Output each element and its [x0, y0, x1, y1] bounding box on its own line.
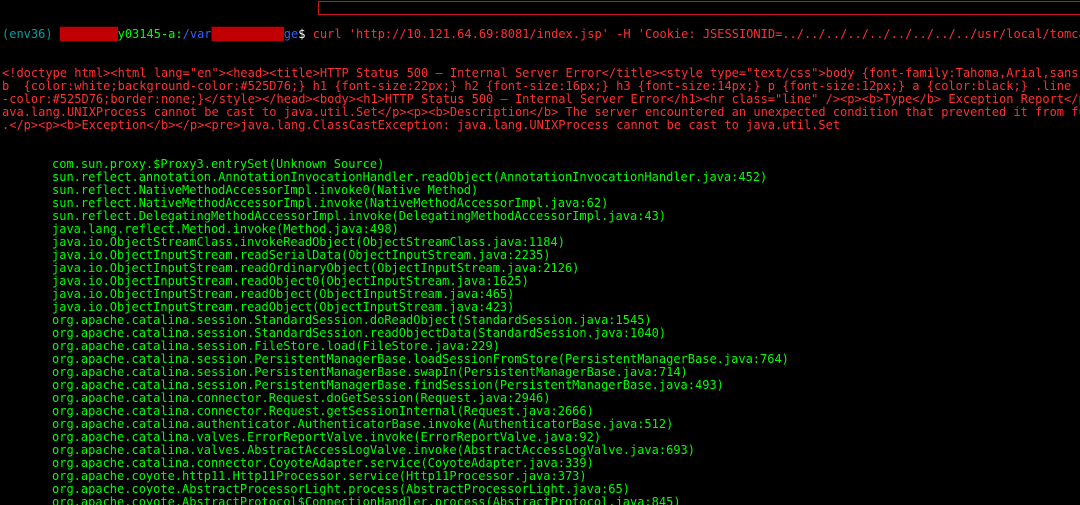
prompt-dollar: $: [298, 27, 312, 41]
shell-command: curl 'http://10.121.64.69:8081/index.jsp…: [313, 27, 1080, 41]
venv-name: (env36): [2, 27, 60, 41]
sep: :: [175, 27, 182, 41]
stack-frame: org.apache.coyote.AbstractProtocol$Conne…: [2, 496, 1078, 505]
prompt-line: (env36) ████████y03145-a:/var██████████g…: [2, 28, 1078, 41]
redaction-block: ██████████: [212, 27, 284, 41]
cwd-path-tail: ge: [284, 27, 298, 41]
redaction-block: ████████: [60, 27, 118, 41]
curl-response-html: <!doctype html><html lang="en"><head><ti…: [2, 67, 1078, 132]
java-stack-trace: com.sun.proxy.$Proxy3.entrySet(Unknown S…: [2, 158, 1078, 505]
response-line: .</p><p><b>Exception</b></p><pre>java.la…: [2, 119, 1078, 132]
terminal[interactable]: (env36) ████████y03145-a:/var██████████g…: [0, 0, 1080, 505]
cwd-path: /var: [183, 27, 212, 41]
hostname: y03145-a: [118, 27, 176, 41]
